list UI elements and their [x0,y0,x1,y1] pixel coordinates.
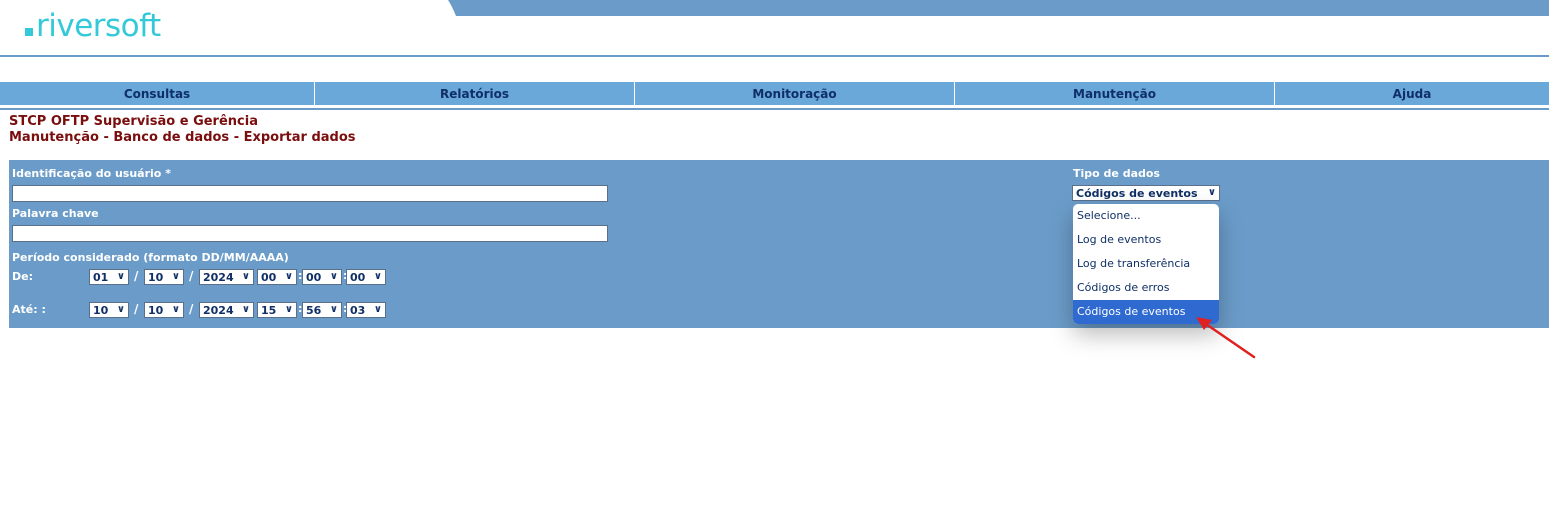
chevron-down-icon: ∨ [116,304,125,315]
from-day-value: 01 [93,270,109,284]
data-type-dropdown: Selecione... Log de eventos Log de trans… [1073,204,1219,324]
logo-text: riversoft [36,8,161,44]
chevron-down-icon: ∨ [373,271,382,282]
header-divider [0,55,1549,57]
keyword-input[interactable] [12,225,608,242]
to-second-value: 03 [350,303,366,317]
page-subtitle: Manutenção - Banco de dados - Exportar d… [9,130,356,145]
to-second-select[interactable]: 03 ∨ [346,302,386,318]
chevron-down-icon: ∨ [284,271,293,282]
from-year-select[interactable]: 2024 ∨ [199,269,254,285]
keyword-label: Palavra chave [12,207,99,220]
dropdown-option-codigos-erros[interactable]: Códigos de erros [1073,276,1219,300]
nav-item-consultas[interactable]: Consultas [0,82,315,105]
to-label: Até: : [12,303,46,316]
date-separator: / [134,269,139,283]
from-month-select[interactable]: 10 ∨ [144,269,184,285]
to-year-select[interactable]: 2024 ∨ [199,302,254,318]
from-second-value: 00 [350,270,366,284]
chevron-down-icon: ∨ [241,271,250,282]
nav-divider [0,108,1549,110]
chevron-down-icon: ∨ [329,304,338,315]
date-separator: / [134,302,139,316]
chevron-down-icon: ∨ [171,271,180,282]
chevron-down-icon: ∨ [329,271,338,282]
to-minute-value: 56 [306,303,322,317]
to-day-select[interactable]: 10 ∨ [89,302,129,318]
from-minute-value: 00 [306,270,322,284]
from-month-value: 10 [148,270,164,284]
nav-item-manutencao[interactable]: Manutenção [955,82,1275,105]
from-hour-value: 00 [261,270,277,284]
from-hour-select[interactable]: 00 ∨ [257,269,297,285]
user-id-label: Identificação do usuário * [12,167,171,180]
riversoft-logo: riversoft [25,2,161,42]
nav-item-monitoracao[interactable]: Monitoração [635,82,955,105]
to-month-select[interactable]: 10 ∨ [144,302,184,318]
to-month-value: 10 [148,303,164,317]
from-label: De: [12,270,33,283]
from-year-value: 2024 [203,270,234,284]
from-day-select[interactable]: 01 ∨ [89,269,129,285]
main-nav: Consultas Relatórios Monitoração Manuten… [0,82,1549,105]
header-band [0,0,1549,16]
chevron-down-icon: ∨ [373,304,382,315]
chevron-down-icon: ∨ [1207,187,1216,198]
chevron-down-icon: ∨ [171,304,180,315]
from-minute-select[interactable]: 00 ∨ [302,269,342,285]
dropdown-option-selecione[interactable]: Selecione... [1073,204,1219,228]
dropdown-option-log-transferencia[interactable]: Log de transferência [1073,252,1219,276]
red-arrow-icon [1190,312,1260,366]
to-hour-select[interactable]: 15 ∨ [257,302,297,318]
period-label: Período considerado (formato DD/MM/AAAA) [12,251,289,264]
nav-item-ajuda[interactable]: Ajuda [1275,82,1549,105]
to-minute-select[interactable]: 56 ∨ [302,302,342,318]
logo-square-icon [25,28,33,36]
chevron-down-icon: ∨ [284,304,293,315]
date-separator: / [189,302,194,316]
data-type-value: Códigos de eventos [1076,186,1198,200]
page-heading: STCP OFTP Supervisão e Gerência Manutenç… [9,114,356,146]
chevron-down-icon: ∨ [241,304,250,315]
page-title: STCP OFTP Supervisão e Gerência [9,114,258,129]
to-hour-value: 15 [261,303,277,317]
user-id-input[interactable] [12,185,608,202]
data-type-select[interactable]: Códigos de eventos ∨ [1072,185,1220,201]
to-year-value: 2024 [203,303,234,317]
nav-item-relatorios[interactable]: Relatórios [315,82,635,105]
data-type-label: Tipo de dados [1073,167,1160,180]
date-separator: / [189,269,194,283]
chevron-down-icon: ∨ [116,271,125,282]
dropdown-option-log-eventos[interactable]: Log de eventos [1073,228,1219,252]
from-second-select[interactable]: 00 ∨ [346,269,386,285]
to-day-value: 10 [93,303,109,317]
